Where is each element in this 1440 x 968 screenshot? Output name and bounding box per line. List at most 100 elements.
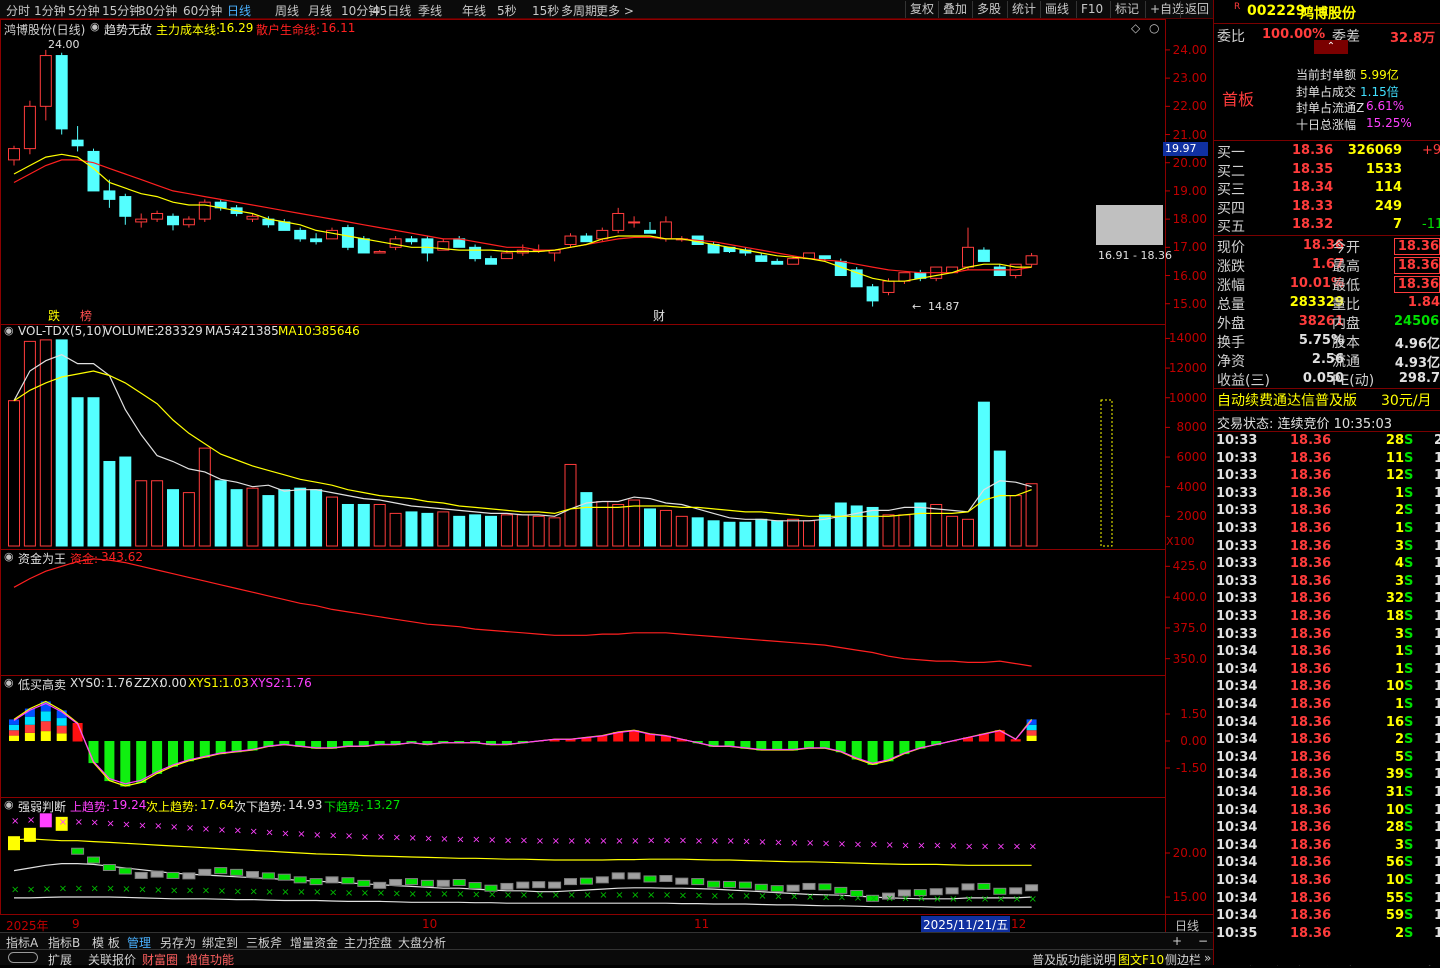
toolbar-button-6[interactable]: 标记 <box>1110 1 1139 18</box>
lowbuy-bar-segment <box>40 731 51 741</box>
status-item-3[interactable]: 增值功能 <box>186 951 234 968</box>
trend-down-mark: × <box>583 890 591 901</box>
tick-side: S <box>1404 591 1414 607</box>
ad-price[interactable]: 30元/月 <box>1381 390 1432 410</box>
period-tab-0[interactable]: 分时 <box>6 2 30 19</box>
stat-label: 流通 <box>1332 354 1360 370</box>
stat-label: 最高 <box>1332 259 1360 275</box>
tick-volume: 1 <box>1394 485 1404 501</box>
tick-side: S <box>1404 785 1414 800</box>
toolbar-button-3[interactable]: 统计 <box>1007 1 1036 18</box>
period-tab-13[interactable]: 5秒 <box>497 2 517 19</box>
toolbar-button-1[interactable]: 叠加 <box>938 1 967 18</box>
stat-label: 量比 <box>1332 297 1360 313</box>
tick-side: S <box>1404 644 1414 660</box>
trend-box <box>341 877 355 885</box>
lowbuy-bar-segment <box>9 730 19 736</box>
volume-bar <box>87 397 100 547</box>
toolbar-button-0[interactable]: 复权 <box>905 1 934 18</box>
status-item-2[interactable]: 财富圈 <box>142 951 178 968</box>
ad-banner[interactable]: 自动续费通达信普及版 <box>1217 390 1357 410</box>
bid-price[interactable]: 18.35 <box>1292 162 1333 177</box>
trend-box <box>420 879 434 887</box>
volume-bar <box>659 509 672 547</box>
lowbuy-yellow-line <box>13 700 1033 787</box>
period-tab-6[interactable]: 日线 <box>227 2 251 19</box>
status-item-1[interactable]: 关联报价 <box>88 951 136 968</box>
remove-icon[interactable]: − <box>1198 934 1208 948</box>
tick-price: 18.36 <box>1290 468 1332 484</box>
toolbar-button-8[interactable]: 返回 <box>1180 1 1209 18</box>
bid-label: 买五 <box>1217 219 1245 235</box>
trend-up-mark: × <box>1013 841 1021 852</box>
period-tab-15[interactable]: 多周期 <box>561 2 597 19</box>
trend-box <box>977 882 991 890</box>
trend-box <box>309 878 323 886</box>
tick-side: S <box>1404 820 1414 836</box>
period-tab-5[interactable]: 60分钟 <box>183 2 222 19</box>
bid-price[interactable]: 18.34 <box>1292 180 1333 195</box>
trend-up-mark: × <box>981 841 989 852</box>
tick-side: S <box>1404 873 1414 888</box>
volume-bar <box>55 339 68 547</box>
bid-price[interactable]: 18.32 <box>1292 217 1333 232</box>
period-tab-10[interactable]: 45日线 <box>372 2 411 19</box>
period-tab-14[interactable]: 15秒 <box>532 2 559 19</box>
bid-price[interactable]: 18.36 <box>1292 143 1333 158</box>
toolbar-button-5[interactable]: F10 <box>1076 1 1103 18</box>
trend-box <box>818 883 832 891</box>
period-tab-1[interactable]: 1分钟 <box>34 2 66 19</box>
status-item-6[interactable]: 侧边栏 <box>1165 951 1201 968</box>
period-tab-8[interactable]: 月线 <box>308 2 332 19</box>
candle-body <box>818 255 831 260</box>
bid-price[interactable]: 18.33 <box>1292 199 1333 214</box>
period-tab-11[interactable]: 季线 <box>418 2 442 19</box>
tick-price: 18.36 <box>1290 644 1332 660</box>
trend-down-mark: × <box>281 887 289 898</box>
trend-up-mark: × <box>472 834 480 845</box>
trend-box <box>723 880 736 888</box>
stock-name[interactable]: 鸿博股份 <box>1300 3 1356 23</box>
trend-down-mark: × <box>949 894 957 905</box>
stat-value: 298.7 <box>1398 371 1440 386</box>
volume-bar <box>739 521 752 547</box>
trend-up-mark: × <box>218 825 226 836</box>
trend-down-mark: × <box>727 891 735 902</box>
expand-toggle-icon[interactable] <box>8 952 38 963</box>
status-item-0[interactable]: 扩展 <box>48 951 72 968</box>
volume-bar <box>548 517 561 547</box>
period-tab-3[interactable]: 15分钟 <box>102 2 141 19</box>
trend-box <box>325 876 339 884</box>
toolbar-button-2[interactable]: 多股 <box>972 1 1001 18</box>
trend-down-mark: × <box>11 885 19 896</box>
bid-label: 买四 <box>1217 200 1245 217</box>
period-tab-2[interactable]: 5分钟 <box>68 2 100 19</box>
sidebar-arrow-icon[interactable]: » <box>1204 951 1211 965</box>
trend-up-mark: × <box>504 835 512 846</box>
toolbar-button-4[interactable]: 画线 <box>1040 1 1069 18</box>
tick-count: 1 <box>1434 539 1440 554</box>
status-item-4[interactable]: 普及版功能说明 <box>1032 951 1116 968</box>
trend-box <box>150 870 164 878</box>
tick-side: S <box>1404 749 1414 765</box>
trend-down-mark: × <box>456 889 464 900</box>
trend-down-mark: × <box>981 894 989 905</box>
period-tab-7[interactable]: 周线 <box>275 2 299 19</box>
seal-value: 6.61% <box>1366 99 1405 113</box>
period-tab-12[interactable]: 年线 <box>462 2 486 19</box>
status-item-5[interactable]: 图文F10 <box>1118 951 1164 968</box>
collapse-up-icon[interactable]: ⌃ <box>1314 40 1348 54</box>
period-tab-4[interactable]: 30分钟 <box>138 2 177 19</box>
add-icon[interactable]: + <box>1172 934 1182 948</box>
seal-label: 十日总涨幅 <box>1296 117 1357 132</box>
tick-price: 18.36 <box>1290 609 1332 624</box>
period-tab-16[interactable]: 更多 > <box>596 2 634 19</box>
trend-up-mark: × <box>790 838 798 849</box>
tick-price: 18.36 <box>1290 767 1332 783</box>
stock-code[interactable]: 002229 <box>1247 3 1305 19</box>
trend-down-mark: × <box>1013 894 1021 905</box>
tick-count: 1 <box>1434 732 1440 747</box>
toolbar-button-7[interactable]: +自选 <box>1145 1 1184 18</box>
tick-time: 10:34 <box>1216 802 1258 818</box>
tick-count: 2 <box>1434 433 1440 448</box>
